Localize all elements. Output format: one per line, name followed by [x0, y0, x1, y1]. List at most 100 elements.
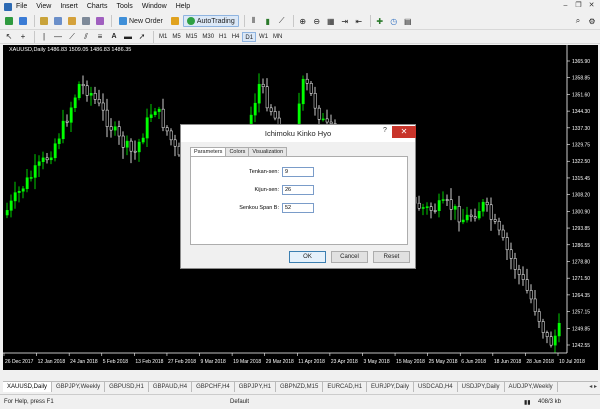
trading-terminal-window: File View Insert Charts Tools Window Hel…	[0, 0, 600, 409]
text-button[interactable]: A	[108, 31, 120, 43]
separator	[34, 30, 35, 43]
crosshair-button[interactable]: +	[17, 31, 29, 43]
auto-scroll-button[interactable]: ⇥	[339, 15, 351, 27]
horizontal-line-button[interactable]: —	[52, 31, 64, 43]
zoom-in-icon: ⊕	[299, 16, 307, 26]
arrows-button[interactable]: ➚	[136, 31, 148, 43]
close-icon[interactable]: ✕	[587, 2, 596, 10]
periods-button[interactable]: ◷	[388, 15, 400, 27]
tenkan-sen-input[interactable]	[282, 167, 314, 177]
settings-button[interactable]: ⚙	[586, 15, 598, 27]
restore-icon[interactable]: ❐	[574, 2, 583, 10]
candle-body	[53, 143, 57, 159]
tab-scroll-arrows[interactable]: ◂ ▸	[589, 383, 597, 390]
chart-tab[interactable]: GBPJPY,Weekly	[52, 382, 106, 392]
price-label: 1358.85	[572, 76, 590, 82]
trendline-button[interactable]: ⟋	[66, 31, 78, 43]
bar-chart-icon: ⫴	[252, 16, 256, 25]
timeframe-h4[interactable]: H4	[230, 32, 242, 42]
chart-tab[interactable]: XAUUSD,Daily	[3, 382, 53, 392]
indicators-button[interactable]: ✚	[374, 15, 386, 27]
navigator-button[interactable]	[66, 15, 78, 27]
channel-icon: ⫽	[84, 31, 88, 41]
line-chart-button[interactable]: ⟋	[276, 15, 288, 27]
chart-tab[interactable]: GBPUSD,H1	[105, 382, 149, 392]
new-chart-button[interactable]	[3, 15, 15, 27]
channel-button[interactable]: ⫽	[80, 31, 92, 43]
chart-tab[interactable]: AUDJPY,Weekly	[505, 382, 558, 392]
horizontal-line-icon: —	[54, 32, 62, 41]
candle-body	[13, 192, 17, 202]
candle-body	[521, 274, 525, 280]
line-chart-icon: ⟋	[278, 16, 285, 25]
zoom-in-button[interactable]: ⊕	[297, 15, 309, 27]
bar-chart-button[interactable]: ⫴	[248, 15, 260, 27]
date-label: 10 Jul 2018	[559, 359, 585, 365]
candlestick-button[interactable]: ▮	[262, 15, 274, 27]
candle-body	[261, 83, 265, 87]
fibonacci-button[interactable]: ≡	[94, 31, 106, 43]
search-button[interactable]: ⌕	[572, 15, 584, 27]
kijun-sen-input[interactable]	[282, 185, 314, 195]
new-order-button[interactable]: New Order	[115, 15, 167, 27]
cancel-button[interactable]: Cancel	[331, 251, 368, 263]
candle-body	[253, 102, 257, 116]
tile-windows-button[interactable]: ▦	[325, 15, 337, 27]
chart-tab[interactable]: GBPJPY,H1	[235, 382, 277, 392]
label-button[interactable]: ▬	[122, 31, 134, 43]
zoom-out-button[interactable]: ⊖	[311, 15, 323, 27]
price-label: 1278.80	[572, 259, 590, 265]
candle-body	[73, 97, 77, 109]
tab-colors[interactable]: Colors	[225, 147, 250, 156]
chart-tab[interactable]: EURJPY,Daily	[367, 382, 414, 392]
menu-view[interactable]: View	[36, 3, 51, 10]
menu-file[interactable]: File	[16, 3, 27, 10]
cursor-button[interactable]: ↖	[3, 31, 15, 43]
help-icon[interactable]: ?	[383, 127, 387, 134]
menu-help[interactable]: Help	[176, 3, 190, 10]
timeframe-m5[interactable]: M5	[170, 32, 182, 42]
timeframe-mn[interactable]: MN	[271, 32, 284, 42]
chart-tab[interactable]: GBPCHF,H4	[192, 382, 235, 392]
date-label: 9 Mar 2018	[201, 359, 227, 365]
close-icon[interactable]: ✕	[392, 126, 416, 138]
menu-window[interactable]: Window	[142, 3, 167, 10]
market-watch-button[interactable]	[38, 15, 50, 27]
chart-tabs: XAUUSD,Daily GBPJPY,Weekly GBPUSD,H1 GBP…	[3, 381, 598, 392]
timeframe-d1[interactable]: D1	[242, 31, 257, 42]
candle-body	[533, 298, 537, 312]
templates-button[interactable]: ▤	[402, 15, 414, 27]
timeframe-h1[interactable]: H1	[217, 32, 229, 42]
date-label: 26 Dec 2017	[5, 359, 34, 365]
timeframe-m15[interactable]: M15	[184, 32, 200, 42]
chart-tab[interactable]: GBPAUD,H4	[149, 382, 193, 392]
senkou-span-b-input[interactable]	[282, 203, 314, 213]
data-window-button[interactable]	[52, 15, 64, 27]
timeframe-m1[interactable]: M1	[157, 32, 169, 42]
chart-tab[interactable]: USDCAD,H4	[414, 382, 458, 392]
menu-insert[interactable]: Insert	[60, 3, 78, 10]
menu-tools[interactable]: Tools	[116, 3, 132, 10]
price-label: 1315.45	[572, 176, 590, 182]
tab-visualization[interactable]: Visualization	[248, 147, 288, 156]
autotrading-button[interactable]: AutoTrading	[182, 15, 239, 27]
candle-body	[265, 86, 269, 109]
chart-tab[interactable]: USDJPY,Daily	[458, 382, 505, 392]
profiles-button[interactable]	[17, 15, 29, 27]
reset-button[interactable]: Reset	[373, 251, 410, 263]
minimize-icon[interactable]: –	[561, 2, 570, 10]
candle-body	[33, 165, 37, 178]
metaeditor-button[interactable]	[169, 15, 181, 27]
ok-button[interactable]: OK	[289, 251, 326, 263]
timeframe-m30[interactable]: M30	[200, 32, 216, 42]
candle-body	[469, 214, 473, 217]
tab-parameters[interactable]: Parameters	[190, 147, 227, 156]
strategy-tester-button[interactable]	[94, 15, 106, 27]
terminal-button[interactable]	[80, 15, 92, 27]
timeframe-w1[interactable]: W1	[257, 32, 270, 42]
chart-shift-button[interactable]: ⇤	[353, 15, 365, 27]
vertical-line-button[interactable]: |	[38, 31, 50, 43]
chart-tab[interactable]: EURCAD,H1	[323, 382, 368, 392]
chart-tab[interactable]: GBPNZD,M15	[276, 382, 324, 392]
menu-charts[interactable]: Charts	[87, 3, 108, 10]
